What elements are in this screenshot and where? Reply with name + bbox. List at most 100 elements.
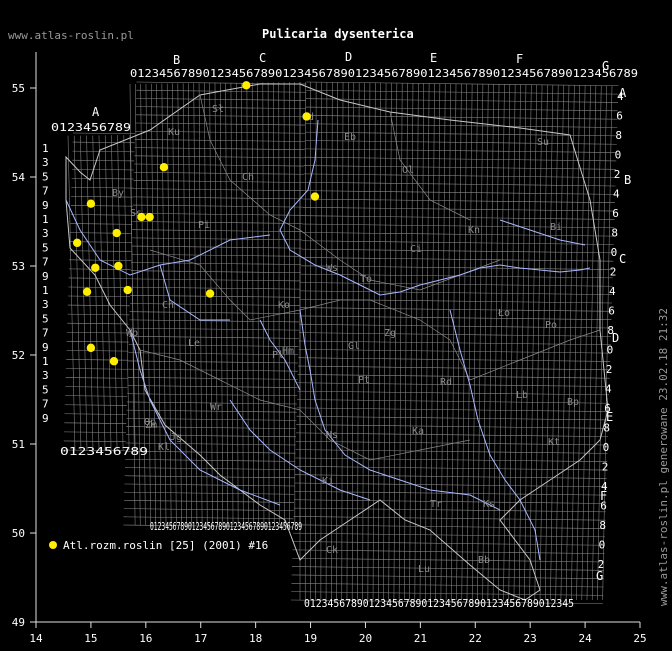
grid-line-h: [128, 360, 299, 364]
column-letter: F: [516, 52, 523, 66]
left-digit: 1: [42, 142, 49, 155]
record-point[interactable]: [114, 261, 123, 271]
left-digit: 7: [42, 398, 49, 411]
grid-line-v: [388, 83, 392, 601]
y-tick-label: 49: [12, 616, 25, 629]
grid-line-h: [124, 491, 295, 495]
grid-line-h: [291, 591, 604, 596]
grid-line-v: [377, 82, 381, 601]
grid-line-v: [576, 85, 586, 601]
region-code: Le: [188, 338, 200, 349]
record-point[interactable]: [86, 199, 96, 208]
site-name[interactable]: www.atlas-roslin.pl: [8, 29, 134, 42]
region-code: Tr: [430, 499, 442, 510]
record-point[interactable]: [112, 228, 121, 238]
grid-line-h: [299, 315, 612, 320]
record-point[interactable]: [159, 163, 169, 172]
grid-line-h: [133, 188, 304, 191]
row-letter: B: [624, 173, 631, 187]
grid-line-h: [124, 467, 295, 470]
region-code: Ck: [326, 545, 338, 556]
grid-line-h: [291, 566, 605, 571]
grid-line-v: [513, 84, 521, 601]
grid-line-v: [482, 84, 489, 601]
left-row-digits: 13579135791357913579: [42, 142, 49, 425]
grid-line-h: [69, 250, 132, 252]
grid-line-v: [367, 82, 371, 601]
grid-line-v: [498, 84, 505, 601]
x-tick-label: 14: [29, 632, 43, 645]
grid-line-h: [65, 386, 128, 388]
left-digit: 3: [42, 298, 49, 311]
record-point[interactable]: [72, 238, 82, 248]
record-point[interactable]: [82, 287, 92, 297]
grid-line-h: [294, 491, 607, 496]
right-digit: 8: [607, 324, 614, 337]
grid-line-v: [451, 83, 457, 601]
region-code: Bb: [478, 555, 490, 566]
grid-line-h: [72, 150, 135, 153]
grid-line-v: [383, 83, 387, 601]
region-code: Po: [545, 320, 557, 331]
column-letter: D: [345, 50, 352, 64]
grid-line-h: [64, 413, 127, 415]
right-digit: 0: [615, 149, 622, 162]
column-letter: C: [259, 51, 266, 65]
grid-line-h: [295, 440, 608, 446]
grid-line-h: [125, 442, 296, 446]
region-code: Ku: [168, 127, 180, 138]
grid-line-h: [66, 359, 129, 361]
region-code: Eb: [344, 132, 356, 143]
x-tick-label: 23: [524, 632, 537, 645]
bottom-grid-digits-b: 0123456789012345678901234567890123456789: [150, 520, 302, 533]
right-digit: 2: [602, 461, 609, 474]
y-axis-ticks: 55 54 53 52 51 50 49: [12, 82, 36, 629]
grid-line-v: [129, 84, 136, 526]
y-tick-label: 50: [12, 527, 25, 540]
record-point[interactable]: [91, 263, 100, 272]
record-point[interactable]: [123, 285, 132, 295]
grid-line-h: [127, 385, 298, 388]
grid-line-h: [132, 204, 303, 208]
record-point[interactable]: [242, 81, 251, 90]
grid-line-h: [302, 207, 615, 212]
left-digit: 9: [42, 199, 49, 212]
region-code: Jg: [170, 432, 182, 443]
grid-line-h: [125, 434, 296, 438]
grid-line-v: [560, 85, 570, 601]
left-digit: 7: [42, 185, 49, 198]
right-digit: 2: [614, 168, 621, 181]
grid-line-h: [130, 295, 301, 298]
grid-line-h: [294, 482, 607, 488]
grid-line-h: [131, 237, 302, 241]
legend-label: Atl.rozm.roslin [25] (2001) #16: [63, 539, 268, 552]
bottom-grid-digits-a: 0123456789: [60, 445, 148, 458]
grid-line-v: [362, 82, 365, 601]
region-code: Rd: [440, 377, 452, 388]
grid-line-h: [136, 98, 307, 101]
grid-line-h: [125, 459, 296, 462]
right-digit: 6: [604, 402, 611, 415]
region-code: Bi: [550, 222, 562, 233]
record-point[interactable]: [205, 289, 215, 298]
grid-line-v: [503, 84, 511, 601]
left-digit: 5: [42, 383, 49, 396]
region-code: Ws: [326, 263, 338, 274]
left-digit: 5: [42, 170, 49, 183]
grid-line-h: [303, 198, 616, 203]
grid-line-v: [435, 83, 441, 601]
region-code: Zg: [384, 328, 396, 339]
record-point[interactable]: [302, 112, 311, 121]
record-point[interactable]: [137, 212, 146, 222]
x-tick-label: 15: [84, 632, 97, 645]
record-point[interactable]: [109, 357, 119, 366]
record-point[interactable]: [145, 212, 154, 222]
grid-line-v: [414, 83, 419, 601]
record-point[interactable]: [310, 192, 320, 201]
grid-line-v: [145, 83, 151, 526]
grid-line-h: [123, 516, 294, 520]
grid-line-h: [64, 422, 127, 424]
grid-line-h: [67, 322, 130, 325]
left-digit: 9: [42, 412, 49, 425]
record-point[interactable]: [86, 343, 96, 353]
